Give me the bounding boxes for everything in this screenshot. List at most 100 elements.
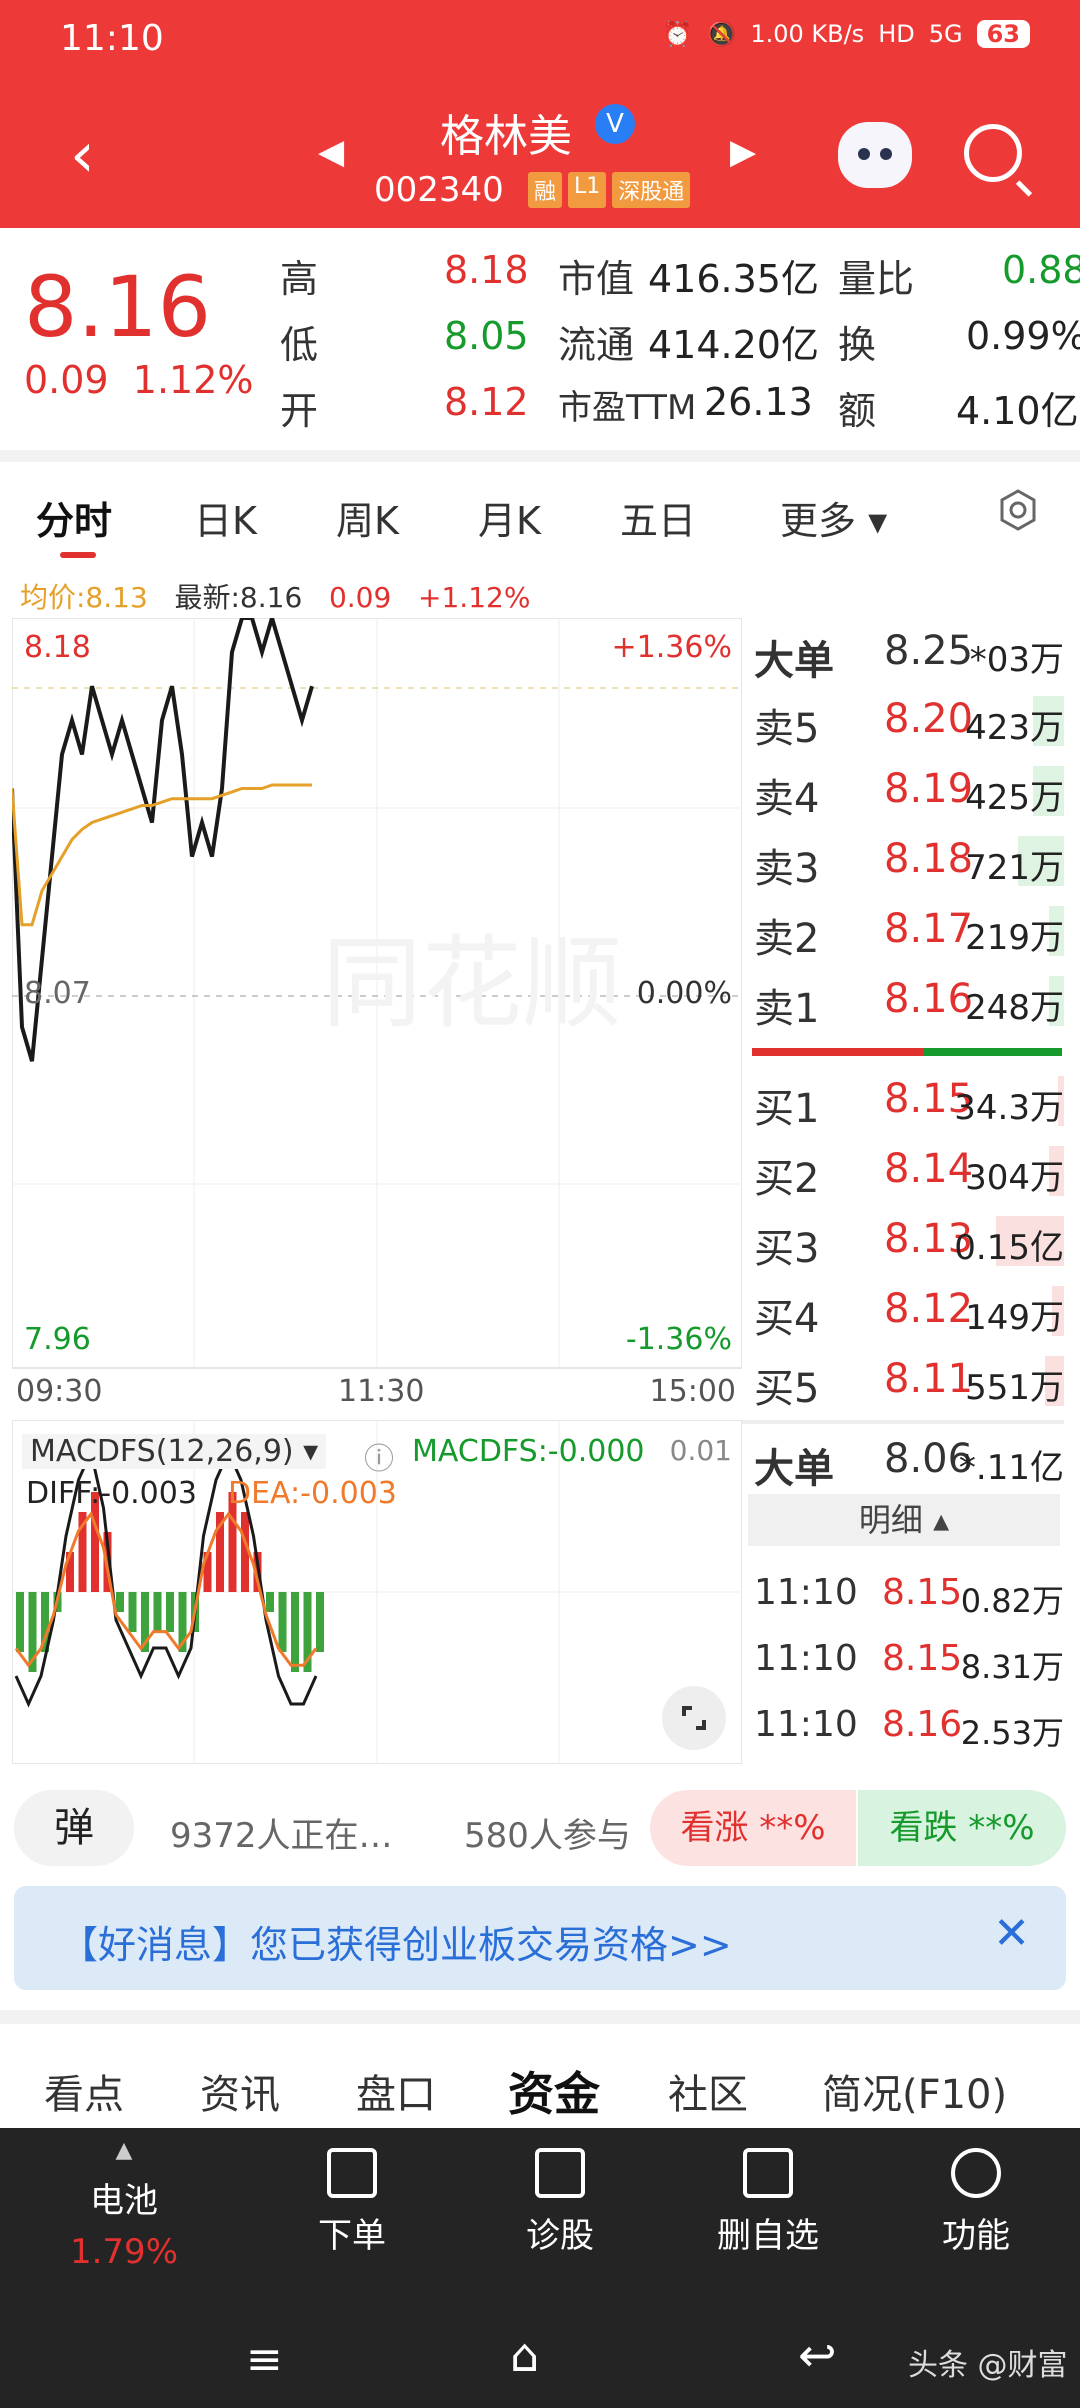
menu-circle-icon [951,2148,1001,2198]
macd-bar [166,1592,174,1632]
macd-bar [266,1592,274,1612]
dea-label: DEA:-0.003 [228,1476,397,1511]
bullish-button[interactable]: 看涨 **% [650,1790,856,1866]
stat-value-high: 8.18 [444,248,529,292]
tab-intraday[interactable]: 分时 [36,490,112,545]
ask-row[interactable]: 卖3 8.18 721万 [754,826,1064,892]
legend-change: 0.09 [328,581,392,614]
tab-news[interactable]: 资讯 [200,2062,280,2120]
diagnose-icon [535,2148,585,2198]
stat-value-open: 8.12 [444,380,529,424]
stat-value-pe: 26.13 [704,380,813,424]
order-button[interactable]: 下单 [252,2148,452,2257]
promo-banner[interactable]: 【好消息】您已获得创业板交易资格>> ✕ [14,1886,1066,1990]
sentiment-row: 弹 9372人正在… 580人参与 看涨 **% 看跌 **% [0,1786,1080,1876]
tab-orderbook[interactable]: 盘口 [356,2062,436,2120]
tag-level: L1 [568,172,607,208]
x-tick-open: 09:30 [16,1374,103,1409]
next-stock-icon[interactable]: ▶ [730,132,756,172]
bid-row[interactable]: 买4 8.12 149万 [754,1276,1064,1342]
bid-ask-ratio-bar [752,1048,1062,1056]
stat-value-mktcap: 416.35亿 [648,257,819,301]
back-nav-icon[interactable]: ↩ [798,2328,837,2382]
tab-capital[interactable]: 资金 [508,2058,600,2124]
stat-value-volratio: 0.88 [1002,248,1080,292]
legend-change-pct: +1.12% [418,581,531,614]
detail-toggle[interactable]: 明细 ▴ [748,1494,1060,1546]
chart-tabs: 分时 日K 周K 月K 五日 更多 ▾ [0,470,1080,566]
system-icons: ⏰ 🔕 1.00 KB/s HD 5G 63 [663,20,1030,48]
diff-label: DIFF:-0.003 [26,1476,197,1511]
diagnose-button[interactable]: 诊股 [460,2148,660,2257]
tab-daily-k[interactable]: 日K [194,490,257,545]
big-order-buy: 大单 8.06 *.11亿 [754,1436,1064,1492]
prev-stock-icon[interactable]: ◀ [318,132,344,172]
bearish-button[interactable]: 看跌 **% [858,1790,1066,1866]
remove-watchlist-button[interactable]: 删自选 [668,2148,868,2257]
participant-count: 580人参与 [464,1816,631,1856]
status-bar: 11:10 ⏰ 🔕 1.00 KB/s HD 5G 63 [0,0,1080,80]
trade-row: 11:10 8.15 0.82万 [754,1572,1064,1620]
trade-row: 11:10 8.16 2.53万 [754,1704,1064,1752]
stat-label-amount: 额 [838,389,877,433]
danmu-toggle-button[interactable]: 弹 [14,1790,134,1866]
macd-bar [116,1592,124,1612]
close-icon[interactable]: ✕ [993,1908,1030,1959]
home-icon[interactable]: ⌂ [510,2328,539,2382]
ask-row[interactable]: 卖5 8.20 423万 [754,686,1064,752]
pct-label-mid: 0.00% [636,976,732,1011]
stat-label-float: 流通 [558,323,635,367]
macd-bar [278,1592,287,1652]
tab-more[interactable]: 更多 ▾ [780,490,887,545]
stat-value-low: 8.05 [444,314,529,358]
search-icon[interactable] [964,124,1022,182]
tab-community[interactable]: 社区 [668,2062,748,2120]
watermark-logo: 同花顺 [322,925,622,1042]
functions-button[interactable]: 功能 [876,2148,1076,2257]
settings-icon[interactable] [996,488,1040,532]
current-price: 8.16 [24,258,212,356]
tab-five-day[interactable]: 五日 [620,490,696,545]
tab-profile[interactable]: 简况(F10) [822,2062,1007,2120]
intraday-chart[interactable]: 同花顺 8.18 8.07 7.96 +1.36% 0.00% -1.36% 0… [12,618,742,1409]
info-tabs: 看点 资讯 盘口 资金 社区 简况(F10) [0,2024,1080,2124]
macd-selector[interactable]: MACDFS(12,26,9) ▾ [22,1434,327,1469]
y-label-bottom: 7.96 [24,1322,91,1357]
robot-assistant-icon[interactable] [838,122,912,188]
tab-highlights[interactable]: 看点 [44,2062,124,2120]
signal-icon: 5G [928,20,963,48]
bid-row[interactable]: 买1 8.15 34.3万 [754,1066,1064,1132]
minus-box-icon [743,2148,793,2198]
stat-label-pe: 市盈TTM [558,388,697,428]
back-icon[interactable]: ‹ [70,118,95,191]
ask-row[interactable]: 卖2 8.17 219万 [754,896,1064,962]
battery-indicator[interactable]: ▲ 电池 1.79% [24,2138,224,2272]
stat-value-float: 414.20亿 [648,323,819,367]
ask-row[interactable]: 卖1 8.16 248万 [754,966,1064,1032]
watching-count: 9372人正在… [170,1816,393,1856]
bid-row[interactable]: 买2 8.14 304万 [754,1136,1064,1202]
stock-header: ‹ ◀ 格林美 V ▶ 002340 融 L1 深股通 [0,80,1080,228]
mute-icon: 🔕 [706,20,737,48]
hd-icon: HD [878,20,915,48]
alarm-icon: ⏰ [662,20,693,48]
y-label-mid: 8.07 [24,976,91,1011]
macd-panel[interactable]: MACDFS(12,26,9) ▾ ⓘ MACDFS:-0.000 0.01 D… [12,1420,742,1764]
verified-icon: V [595,104,635,144]
x-tick-noon: 11:30 [338,1374,425,1409]
macd-bar [316,1592,324,1652]
ask-row[interactable]: 卖4 8.19 425万 [754,756,1064,822]
menu-icon[interactable]: ≡ [246,2334,283,2385]
bid-row[interactable]: 买5 8.11 551万 [754,1346,1064,1412]
bid-row[interactable]: 买3 8.13 0.15亿 [754,1206,1064,1272]
big-order-sell: 大单 8.25 *03万 [754,628,1064,684]
quote-panel: 8.16 0.09 1.12% 高 8.18 低 8.05 开 8.12 市值 … [0,228,1080,462]
tab-weekly-k[interactable]: 周K [336,490,399,545]
banner-text: 【好消息】您已获得创业板交易资格>> [60,1923,732,1967]
battery-icon: 63 [976,20,1030,48]
x-tick-close: 15:00 [649,1374,736,1409]
tab-monthly-k[interactable]: 月K [478,490,541,545]
fullscreen-icon[interactable] [662,1686,726,1750]
help-icon[interactable]: ⓘ [364,1434,394,1478]
stock-name: 格林美 [440,111,572,162]
